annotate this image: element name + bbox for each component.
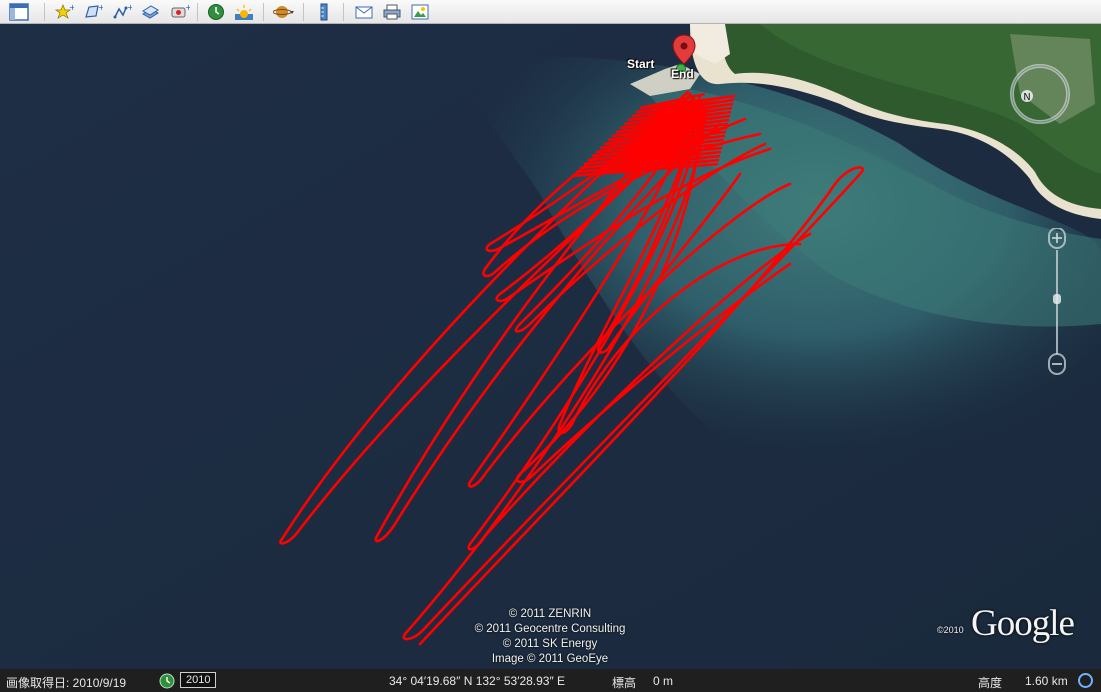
- status-bar: 画像取得日: 2010/9/19 2010 34° 04′19.68″ N 13…: [0, 669, 1101, 692]
- add-path-icon[interactable]: +: [111, 2, 133, 22]
- compass-north-label: N: [1023, 92, 1030, 103]
- save-image-icon[interactable]: [409, 2, 431, 22]
- start-label: Start: [627, 57, 655, 71]
- record-tour-icon[interactable]: +: [169, 2, 191, 22]
- svg-text:+: +: [69, 3, 74, 12]
- planet-switch-icon[interactable]: [273, 2, 295, 22]
- end-label: End: [671, 67, 694, 81]
- zoom-slider[interactable]: [1047, 227, 1067, 378]
- eye-altitude-value: 1.60 km: [1025, 674, 1068, 688]
- print-icon[interactable]: [381, 2, 403, 22]
- toolbar: + + + +: [0, 0, 1101, 24]
- copyright-year: ©2010: [937, 625, 964, 635]
- svg-text:+: +: [185, 3, 190, 12]
- map-viewport[interactable]: N Start End © 2011 ZENRIN © 2011 Geocent…: [0, 24, 1101, 669]
- zoom-thumb: [1053, 294, 1061, 304]
- google-logo: Google: [971, 603, 1075, 644]
- add-polygon-icon[interactable]: +: [82, 2, 104, 22]
- credit-line-3: © 2011 SK Energy: [502, 638, 598, 650]
- add-image-overlay-icon[interactable]: [140, 2, 162, 22]
- year-badge[interactable]: 2010: [180, 672, 217, 688]
- sidebar-toggle-icon[interactable]: [8, 2, 30, 22]
- streaming-indicator-icon: [1078, 673, 1093, 688]
- add-placemark-icon[interactable]: +: [53, 2, 75, 22]
- credit-line-4: Image © 2011 GeoEye: [491, 653, 609, 665]
- ruler-icon[interactable]: [313, 2, 335, 22]
- historical-clock-icon[interactable]: [159, 673, 175, 689]
- compass-ring[interactable]: N: [1005, 59, 1075, 129]
- svg-text:+: +: [127, 3, 132, 12]
- elevation-value: 0 m: [653, 674, 674, 688]
- eye-altitude-label: 高度: [978, 676, 1003, 690]
- historical-imagery-icon[interactable]: [205, 2, 227, 22]
- email-icon[interactable]: [353, 2, 375, 22]
- credit-line-1: © 2011 ZENRIN: [508, 608, 592, 620]
- sunlight-icon[interactable]: [233, 2, 255, 22]
- credit-line-2: © 2011 Geocentre Consulting: [474, 623, 626, 635]
- pointer-coordinates: 34° 04′19.68″ N 132° 53′28.93″ E: [389, 674, 566, 688]
- svg-text:+: +: [98, 3, 103, 12]
- elevation-label: 標高: [612, 676, 637, 690]
- imagery-date: 画像取得日: 2010/9/19: [6, 676, 127, 690]
- satellite-imagery: [0, 24, 1101, 669]
